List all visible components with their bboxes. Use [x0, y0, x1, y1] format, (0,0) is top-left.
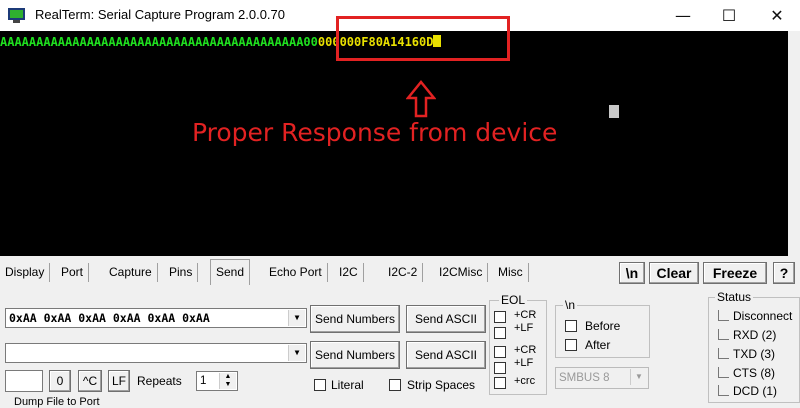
send-number-combo-2[interactable]: ▼: [5, 343, 307, 363]
literal-label: Literal: [331, 378, 364, 392]
chevron-down-icon[interactable]: ▼: [630, 369, 647, 385]
status-led-icon: [718, 367, 729, 378]
before-label: Before: [585, 319, 621, 333]
tab-display[interactable]: Display: [0, 263, 51, 282]
minimize-button[interactable]: —: [660, 0, 706, 31]
send-ascii-button-2[interactable]: Send ASCII: [406, 341, 486, 369]
tab-port[interactable]: Port: [56, 263, 90, 282]
status-group-label: Status: [715, 290, 754, 304]
send-numbers-button-2[interactable]: Send Numbers: [310, 341, 400, 369]
repeats-value: 1: [200, 375, 207, 387]
window-title: RealTerm: Serial Capture Program 2.0.0.7…: [35, 7, 286, 22]
status-rxd: RXD (2): [718, 328, 776, 342]
tab-i2cmisc[interactable]: I2CMisc: [434, 263, 489, 282]
tab-i2c[interactable]: I2C: [334, 263, 364, 282]
ctrl-c-button[interactable]: ^C: [78, 370, 102, 392]
status-rxd-label: RXD (2): [733, 328, 777, 342]
repeats-label: Repeats: [137, 374, 182, 388]
send-ascii-button-1[interactable]: Send ASCII: [406, 305, 486, 333]
chevron-down-icon[interactable]: ▼: [288, 310, 305, 326]
eol-crc-label: +crc: [514, 375, 536, 387]
eol-cr-label-1: +CR: [514, 309, 537, 321]
status-dcd: DCD (1): [718, 384, 777, 398]
repeats-spinner[interactable]: 1 ▲ ▼: [196, 371, 238, 391]
chevron-down-icon[interactable]: ▼: [288, 345, 305, 361]
close-button[interactable]: ✕: [754, 0, 800, 31]
tab-pins[interactable]: Pins: [164, 263, 199, 282]
newline-button[interactable]: \n: [619, 262, 645, 284]
eol-cr-label-2: +CR: [514, 344, 537, 356]
status-dcd-label: DCD (1): [733, 384, 777, 398]
status-txd-label: TXD (3): [733, 347, 775, 361]
eol-lf-label-1: +LF: [514, 322, 534, 334]
smbus-value: SMBUS 8: [559, 372, 610, 384]
terminal-caret-block: [609, 105, 619, 118]
newline-group-label: \n: [563, 298, 578, 312]
send-number-value-1: 0xAA 0xAA 0xAA 0xAA 0xAA 0xAA: [9, 311, 210, 325]
tab-capture[interactable]: Capture: [104, 263, 158, 282]
tab-echo-port[interactable]: Echo Port: [264, 263, 328, 282]
eol-cr-checkbox-1[interactable]: [494, 311, 506, 323]
strip-spaces-label: Strip Spaces: [407, 378, 476, 392]
eol-crc-checkbox[interactable]: [494, 377, 506, 389]
lf-button[interactable]: LF: [108, 370, 130, 392]
spinner-arrows-icon[interactable]: ▲ ▼: [219, 373, 236, 389]
status-cts: CTS (8): [718, 366, 775, 380]
tab-send[interactable]: Send: [210, 259, 251, 285]
annotation-highlight-box: [336, 16, 510, 61]
zero-button[interactable]: 0: [49, 370, 71, 392]
send-number-combo-1[interactable]: 0xAA 0xAA 0xAA 0xAA 0xAA 0xAA ▼: [5, 308, 307, 328]
tab-misc[interactable]: Misc: [493, 263, 529, 282]
annotation-up-arrow-icon: [406, 80, 436, 118]
status-led-icon: [718, 348, 729, 359]
eol-group-label: EOL: [499, 293, 528, 307]
status-disconnect-label: Disconnect: [733, 309, 793, 323]
after-label: After: [585, 338, 611, 352]
annotation-text: Proper Response from device: [192, 118, 558, 147]
eol-lf-checkbox-2[interactable]: [494, 362, 506, 374]
strip-spaces-checkbox[interactable]: [389, 379, 401, 391]
tab-i2c-2[interactable]: I2C-2: [383, 263, 424, 282]
maximize-button[interactable]: ☐: [706, 0, 752, 31]
before-checkbox[interactable]: [565, 320, 577, 332]
freeze-button[interactable]: Freeze: [703, 262, 767, 284]
status-disconnect: Disconnect: [718, 309, 792, 323]
status-cts-label: CTS (8): [733, 366, 775, 380]
send-numbers-button-1[interactable]: Send Numbers: [310, 305, 400, 333]
literal-checkbox[interactable]: [314, 379, 326, 391]
after-checkbox[interactable]: [565, 339, 577, 351]
clear-button[interactable]: Clear: [649, 262, 699, 284]
status-led-icon: [718, 329, 729, 340]
realterm-app-icon: [8, 8, 25, 23]
terminal-scrollbar[interactable]: [788, 31, 800, 256]
help-button[interactable]: ?: [773, 262, 795, 284]
rx-data-green: AAAAAAAAAAAAAAAAAAAAAAAAAAAAAAAAAAAAAAAA…: [0, 35, 318, 49]
status-txd: TXD (3): [718, 347, 775, 361]
eol-cr-checkbox-2[interactable]: [494, 346, 506, 358]
send-byte-input[interactable]: [5, 370, 43, 392]
eol-lf-checkbox-1[interactable]: [494, 327, 506, 339]
status-led-icon: [718, 385, 729, 396]
status-led-icon: [718, 310, 729, 321]
smbus-select[interactable]: SMBUS 8 ▼: [555, 367, 649, 389]
dump-file-label: Dump File to Port: [14, 396, 100, 408]
eol-lf-label-2: +LF: [514, 357, 534, 369]
